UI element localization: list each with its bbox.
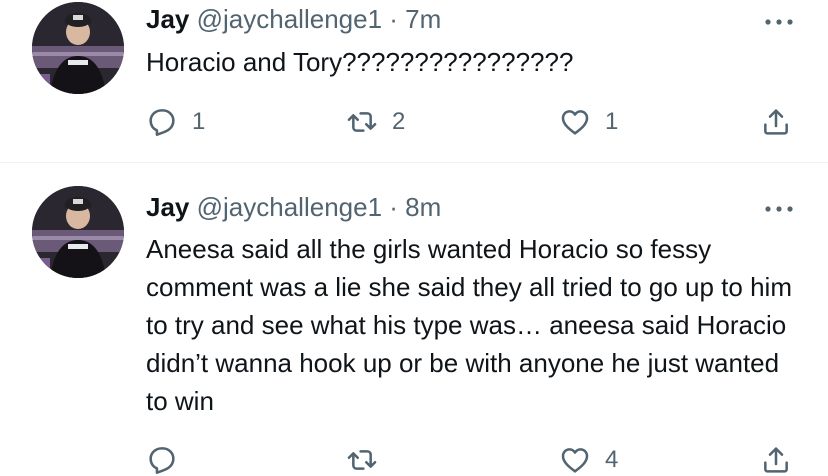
tweet-text: Aneesa said all the girls wanted Horacio…	[146, 234, 792, 416]
tweet-header: Jay @jaychallenge1 · 7m	[146, 2, 441, 36]
reply-icon	[149, 109, 175, 136]
retweet-count: 2	[392, 108, 406, 135]
like-button[interactable]: 1	[559, 102, 618, 142]
heart-icon	[561, 110, 589, 135]
tweet-text: Horacio and Tory????????????????	[146, 47, 574, 77]
tweet-actions: 4	[146, 440, 806, 476]
reply-count: 1	[192, 108, 206, 135]
like-count: 1	[605, 108, 619, 135]
reply-icon	[149, 447, 175, 474]
author-handle[interactable]: @jaychallenge1	[197, 4, 382, 34]
separator-dot: ·	[389, 4, 398, 34]
reply-button[interactable]	[146, 440, 192, 476]
author-name[interactable]: Jay	[146, 192, 189, 222]
share-icon	[764, 447, 788, 473]
tweet-time[interactable]: 7m	[405, 4, 441, 34]
retweet-icon	[347, 112, 377, 132]
retweet-button[interactable]: 2	[346, 102, 405, 142]
share-button[interactable]	[760, 102, 792, 142]
avatar[interactable]	[32, 186, 124, 278]
retweet-button[interactable]	[346, 440, 392, 476]
avatar[interactable]	[32, 2, 124, 94]
tweet[interactable]: Jay @jaychallenge1 · 7m Horacio and Tory…	[0, 0, 828, 163]
like-button[interactable]: 4	[559, 440, 618, 476]
share-icon	[764, 109, 788, 135]
separator-dot: ·	[389, 192, 398, 222]
tweet-time[interactable]: 8m	[405, 192, 441, 222]
more-options-icon[interactable]	[764, 14, 794, 25]
author-name[interactable]: Jay	[146, 4, 189, 34]
more-options-icon[interactable]	[764, 201, 794, 212]
author-handle[interactable]: @jaychallenge1	[197, 192, 382, 222]
retweet-icon	[347, 450, 377, 470]
share-button[interactable]	[760, 440, 792, 476]
reply-button[interactable]: 1	[146, 102, 205, 142]
heart-icon	[561, 448, 589, 473]
tweet-actions: 1 2 1	[146, 102, 806, 142]
tweet[interactable]: Jay @jaychallenge1 · 8m Aneesa said all …	[0, 164, 828, 476]
tweet-header: Jay @jaychallenge1 · 8m	[146, 190, 441, 224]
like-count: 4	[605, 446, 619, 473]
tweet-divider	[0, 162, 828, 163]
